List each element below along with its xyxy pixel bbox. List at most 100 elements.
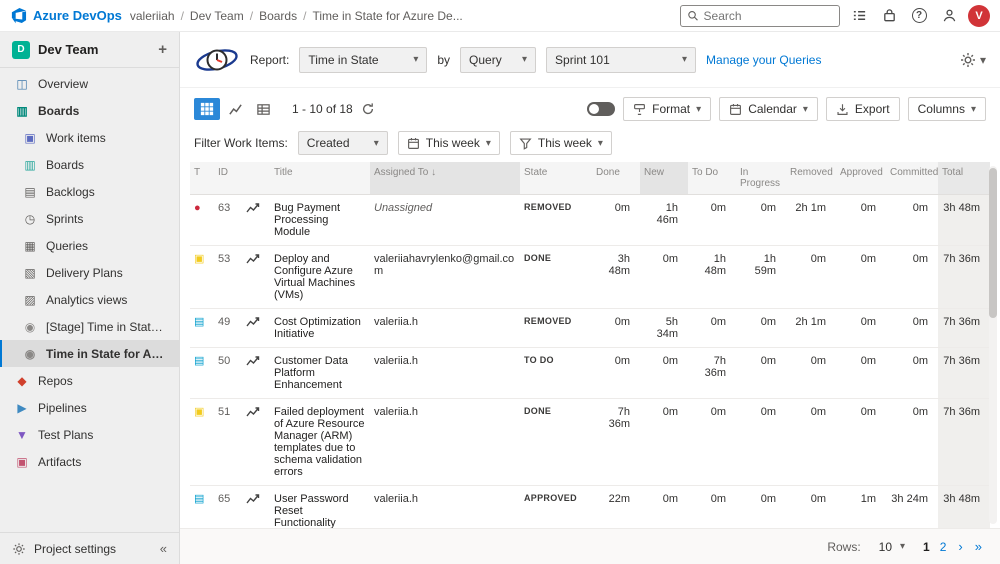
date-range-select[interactable]: This week ▾ <box>398 131 500 155</box>
column-header-chart[interactable] <box>242 162 270 195</box>
help-icon[interactable]: ? <box>908 5 930 27</box>
breadcrumb-item[interactable]: Boards <box>259 9 297 23</box>
task-list-icon[interactable] <box>848 5 870 27</box>
column-header-new[interactable]: New <box>640 162 688 195</box>
open-chart-button[interactable] <box>242 195 270 246</box>
search-box[interactable] <box>680 5 840 27</box>
sidebar-item-pipelines[interactable]: ▶Pipelines <box>0 394 179 421</box>
work-item-title[interactable]: Failed deployment of Azure Resource Mana… <box>270 399 370 486</box>
query-select[interactable]: Sprint 101 ▾ <box>546 47 696 73</box>
sidebar-item-backlogs[interactable]: ▤Backlogs <box>0 178 179 205</box>
format-icon <box>633 103 646 116</box>
format-button[interactable]: Format ▾ <box>623 97 711 121</box>
settings-menu-button[interactable]: ▾ <box>960 52 986 68</box>
work-item-title[interactable]: User Password Reset Functionality <box>270 486 370 529</box>
assigned-to-value: valeriia.h <box>370 348 520 399</box>
work-item-row[interactable]: ▤49Cost Optimization Initiativevaleriia.… <box>190 309 990 348</box>
column-header-id[interactable]: ID <box>214 162 242 195</box>
column-header-approved[interactable]: Approved <box>836 162 886 195</box>
column-header-committed[interactable]: Committed <box>886 162 938 195</box>
collapse-sidebar-icon[interactable]: « <box>160 541 167 556</box>
filter-field-select[interactable]: Created ▾ <box>298 131 388 155</box>
team-header[interactable]: D Dev Team + <box>0 32 179 68</box>
sidebar-item-work-items[interactable]: ▣Work items <box>0 124 179 151</box>
open-chart-button[interactable] <box>242 246 270 309</box>
work-item-row[interactable]: ▣51Failed deployment of Azure Resource M… <box>190 399 990 486</box>
manage-queries-link[interactable]: Manage your Queries <box>706 53 821 67</box>
rows-per-page-select[interactable]: 10 ▾ <box>873 537 911 557</box>
sidebar-item-boards[interactable]: ▥Boards <box>0 97 179 124</box>
new-value: 1h 46m <box>640 195 688 246</box>
sprint-range-select[interactable]: This week ▾ <box>510 131 612 155</box>
export-button[interactable]: Export <box>826 97 900 121</box>
open-chart-button[interactable] <box>242 399 270 486</box>
open-chart-button[interactable] <box>242 348 270 399</box>
open-chart-button[interactable] <box>242 309 270 348</box>
column-header-title[interactable]: Title <box>270 162 370 195</box>
avatar[interactable]: V <box>968 5 990 27</box>
chart-view-button[interactable] <box>222 98 248 120</box>
open-chart-button[interactable] <box>242 486 270 529</box>
refresh-button[interactable] <box>361 102 375 116</box>
line-chart-icon <box>228 102 243 117</box>
grid-view-button[interactable] <box>194 98 220 120</box>
next-page-button[interactable]: › <box>958 539 962 554</box>
dark-mode-toggle[interactable] <box>587 102 615 116</box>
project-settings-item[interactable]: Project settings « <box>0 532 179 564</box>
work-item-title[interactable]: Bug Payment Processing Module <box>270 195 370 246</box>
approved-value: 0m <box>836 195 886 246</box>
vertical-scrollbar[interactable] <box>989 166 997 524</box>
scrollbar-thumb[interactable] <box>989 168 997 318</box>
column-header-t[interactable]: T <box>190 162 214 195</box>
azure-devops-home-link[interactable]: Azure DevOps <box>10 7 122 24</box>
column-header-state[interactable]: State <box>520 162 592 195</box>
work-item-row[interactable]: ▤65User Password Reset Functionalityvale… <box>190 486 990 529</box>
sidebar-item-boards[interactable]: ▥Boards <box>0 151 179 178</box>
sidebar-item-stage-time-in-state-for-azur[interactable]: ◉[Stage] Time in State for Azur... <box>0 313 179 340</box>
work-item-row[interactable]: ●63Bug Payment Processing ModuleUnassign… <box>190 195 990 246</box>
source-select[interactable]: Query ▾ <box>460 47 536 73</box>
pagination-bar: Rows: 10 ▾ 12 › » <box>180 528 1000 564</box>
work-item-title[interactable]: Cost Optimization Initiative <box>270 309 370 348</box>
approved-value: 0m <box>836 246 886 309</box>
user-settings-icon[interactable] <box>938 5 960 27</box>
sidebar-item-repos[interactable]: ◆Repos <box>0 367 179 394</box>
work-item-title[interactable]: Deploy and Configure Azure Virtual Machi… <box>270 246 370 309</box>
line-chart-icon <box>246 253 260 265</box>
sidebar-item-artifacts[interactable]: ▣Artifacts <box>0 448 179 475</box>
page-button-2[interactable]: 2 <box>940 540 947 554</box>
sidebar-item-analytics-views[interactable]: ▨Analytics views <box>0 286 179 313</box>
sidebar-item-label: [Stage] Time in State for Azur... <box>46 320 167 334</box>
queries-icon: ▦ <box>22 240 38 252</box>
search-input[interactable] <box>704 9 833 23</box>
last-page-button[interactable]: » <box>975 539 982 554</box>
sidebar-item-queries[interactable]: ▦Queries <box>0 232 179 259</box>
breadcrumb-item[interactable]: valeriiah <box>130 9 175 23</box>
work-item-title[interactable]: Customer Data Platform Enhancement <box>270 348 370 399</box>
breadcrumb-item[interactable]: Time in State for Azure De... <box>312 9 462 23</box>
work-item-row[interactable]: ▤50Customer Data Platform Enhancementval… <box>190 348 990 399</box>
table-view-button[interactable] <box>250 98 276 120</box>
add-team-button[interactable]: + <box>158 41 167 58</box>
sidebar-item-overview[interactable]: ◫Overview <box>0 70 179 97</box>
column-header-todo[interactable]: To Do <box>688 162 736 195</box>
column-header-removed[interactable]: Removed <box>786 162 836 195</box>
column-header-done[interactable]: Done <box>592 162 640 195</box>
marketplace-bag-icon[interactable] <box>878 5 900 27</box>
breadcrumb-item[interactable]: Dev Team <box>190 9 244 23</box>
column-header-inprogress[interactable]: In Progress <box>736 162 786 195</box>
columns-button[interactable]: Columns ▾ <box>908 97 986 121</box>
calendar-button[interactable]: Calendar ▾ <box>719 97 818 121</box>
column-header-total[interactable]: Total <box>938 162 990 195</box>
work-item-row[interactable]: ▣53Deploy and Configure Azure Virtual Ma… <box>190 246 990 309</box>
sidebar-item-time-in-state-for-azure-devo[interactable]: ◉Time in State for Azure DevO... <box>0 340 179 367</box>
removed-value: 0m <box>786 486 836 529</box>
sidebar-item-sprints[interactable]: ◷Sprints <box>0 205 179 232</box>
sidebar-item-test-plans[interactable]: ▼Test Plans <box>0 421 179 448</box>
column-header-assigned[interactable]: Assigned To ↓ <box>370 162 520 195</box>
page-button-1[interactable]: 1 <box>923 540 930 554</box>
sidebar-item-delivery-plans[interactable]: ▧Delivery Plans <box>0 259 179 286</box>
view-switcher <box>194 98 276 120</box>
date-range-value: This week <box>426 136 480 150</box>
report-type-select[interactable]: Time in State ▾ <box>299 47 427 73</box>
